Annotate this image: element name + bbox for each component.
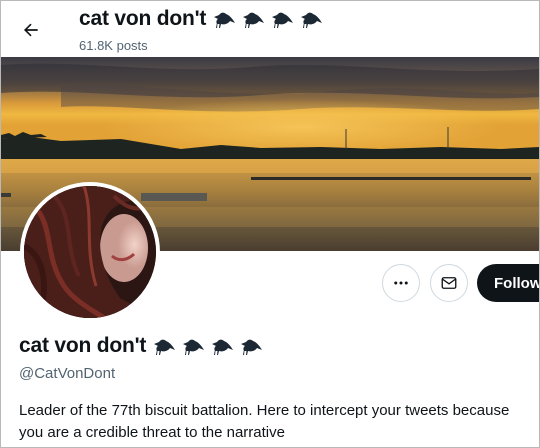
crow-icon [241, 339, 263, 355]
post-count: 61.8K posts [79, 38, 148, 53]
back-button[interactable] [14, 13, 48, 47]
mail-icon [441, 277, 457, 289]
follow-button[interactable]: Follow [477, 264, 540, 302]
crow-icon [212, 339, 234, 355]
more-button[interactable] [382, 264, 420, 302]
profile-display-name: cat von don't [19, 334, 268, 358]
header-display-name: cat von don't [79, 7, 328, 31]
crow-icon [154, 339, 176, 355]
profile-name-text: cat von don't [19, 334, 147, 357]
profile-bio: Leader of the 77th biscuit battalion. He… [19, 402, 510, 441]
crow-icon [272, 12, 294, 28]
header-name-text: cat von don't [79, 7, 207, 30]
crow-icon [243, 12, 265, 28]
crow-icon [214, 12, 236, 28]
profile-page: cat von don't 61.8K posts Follow cat von… [0, 0, 540, 448]
crow-icon [301, 12, 323, 28]
profile-name-emoji [152, 336, 268, 356]
message-button[interactable] [430, 264, 468, 302]
more-icon [394, 281, 408, 285]
crow-icon [183, 339, 205, 355]
avatar[interactable] [20, 182, 160, 322]
profile-handle: @CatVonDont [19, 365, 116, 382]
header-name-emoji [212, 9, 328, 29]
profile-header-bar: cat von don't 61.8K posts [1, 1, 539, 57]
follow-button-label: Follow [494, 274, 540, 292]
arrow-left-icon [24, 23, 38, 37]
avatar-image [24, 186, 156, 318]
